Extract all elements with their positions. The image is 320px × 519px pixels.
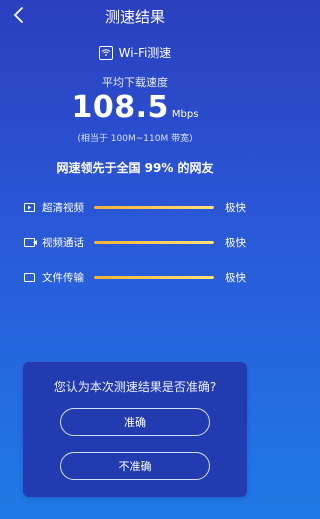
quality-bar-fill <box>94 206 214 209</box>
row-value: 极快 <box>225 237 246 249</box>
row-value: 极快 <box>225 202 246 214</box>
video-call-icon <box>24 238 37 247</box>
quality-bar-fill <box>94 276 214 279</box>
feedback-card: 您认为本次测速结果是否准确? 准确 不准确 <box>23 362 247 497</box>
row-label: 文件传输 <box>42 272 84 284</box>
video-play-icon <box>24 203 35 212</box>
speed-unit: Mbps <box>171 109 199 120</box>
network-name: Wi-Fi测速 <box>118 46 172 60</box>
speed-display: 108.5 Mbps <box>0 90 270 125</box>
accurate-button[interactable]: 准确 <box>60 408 210 436</box>
folder-icon <box>24 273 35 282</box>
lead-text: 网速领先于全国 99% 的网友 <box>56 161 214 175</box>
quality-row-video-call: 视频通话 极快 <box>24 225 246 260</box>
quality-bar <box>94 206 214 209</box>
row-label: 视频通话 <box>42 237 84 249</box>
inaccurate-button[interactable]: 不准确 <box>60 452 210 480</box>
quality-bar <box>94 276 214 279</box>
quality-bar-fill <box>94 241 214 244</box>
quality-bar <box>94 241 214 244</box>
wifi-icon <box>98 45 113 60</box>
quality-list: 超清视频 极快 视频通话 极快 文件传输 极快 <box>24 190 246 295</box>
feedback-question: 您认为本次测速结果是否准确? <box>53 380 217 394</box>
page-title: 测速结果 <box>104 8 165 26</box>
speed-value: 108.5 <box>71 90 169 125</box>
network-type: Wi-Fi测速 <box>0 44 270 61</box>
quality-row-hd-video: 超清视频 极快 <box>24 190 246 225</box>
row-value: 极快 <box>225 272 246 284</box>
header: 测速结果 <box>0 0 270 32</box>
quality-row-file-transfer: 文件传输 极快 <box>24 260 246 295</box>
avg-speed-label: 平均下载速度 <box>102 76 168 89</box>
row-label: 超清视频 <box>42 202 84 214</box>
bandwidth-equivalent: (相当于 100M~110M 带宽) <box>77 134 193 144</box>
